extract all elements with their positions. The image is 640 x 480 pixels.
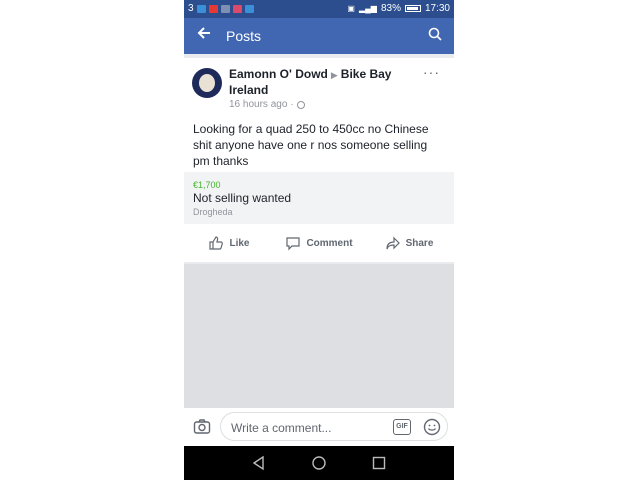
comment-button[interactable]: Comment — [274, 230, 364, 256]
share-icon — [385, 236, 400, 250]
clock: 17:30 — [424, 3, 450, 14]
youtube-icon — [208, 4, 218, 13]
back-triangle-icon[interactable] — [251, 455, 267, 471]
comment-icon — [286, 237, 301, 251]
gallery-icon — [220, 4, 230, 13]
phone-screen: 3 ▣ ▂▄▆ 83% 17:30 Posts Eamonn O' Dowd ▶ B… — [184, 0, 454, 480]
status-left: 3 — [188, 3, 254, 14]
post-actions: Like Comment Share — [184, 230, 454, 256]
comment-bar: GIF — [184, 408, 454, 446]
globe-icon — [296, 100, 305, 109]
comment-input[interactable] — [229, 418, 383, 438]
notification-count: 3 — [188, 3, 194, 14]
messenger-icon — [196, 4, 206, 13]
thumbs-up-icon — [209, 236, 224, 250]
system-nav-bar — [184, 446, 454, 480]
sale-price: €1,700 — [193, 180, 221, 190]
sale-details[interactable]: €1,700 Not selling wanted Drogheda — [184, 172, 454, 224]
battery-icon — [404, 5, 421, 12]
page-title: Posts — [226, 28, 262, 44]
like-label: Like — [229, 237, 250, 249]
status-right: ▣ ▂▄▆ 83% 17:30 — [347, 3, 450, 14]
share-button[interactable]: Share — [364, 230, 454, 256]
avatar[interactable] — [192, 68, 222, 98]
post-time[interactable]: 16 hours ago — [229, 99, 287, 110]
sale-location: Drogheda — [193, 207, 233, 217]
post-body: Looking for a quad 250 to 450cc no Chine… — [193, 122, 429, 168]
comment-box: GIF — [220, 412, 448, 441]
post-header: Eamonn O' Dowd ▶ Bike Bay Ireland — [229, 67, 409, 98]
nfc-icon: ▣ — [347, 4, 355, 13]
meta-separator: · — [290, 99, 294, 110]
battery-percent: 83% — [380, 3, 401, 14]
camera-icon[interactable] — [193, 418, 211, 436]
chat-app-icon — [244, 4, 254, 13]
top-nav-bar: Posts — [184, 18, 454, 54]
post-card: Eamonn O' Dowd ▶ Bike Bay Ireland ··· 16 h… — [184, 58, 454, 262]
home-circle-icon[interactable] — [311, 455, 327, 471]
emoji-icon[interactable] — [423, 418, 441, 436]
search-icon[interactable] — [428, 27, 442, 43]
share-label: Share — [405, 237, 434, 249]
recents-square-icon[interactable] — [371, 455, 387, 471]
arrow-left-icon[interactable] — [196, 25, 212, 45]
empty-comments-area — [184, 264, 454, 408]
like-button[interactable]: Like — [184, 230, 274, 256]
comment-label: Comment — [306, 237, 353, 249]
signal-icon: ▂▄▆ — [358, 4, 377, 13]
heart-app-icon — [232, 4, 242, 13]
sale-item-title: Not selling wanted — [193, 191, 292, 205]
group-arrow-icon: ▶ — [330, 70, 338, 80]
post-meta: 16 hours ago · — [229, 99, 305, 110]
gif-icon[interactable]: GIF — [393, 419, 411, 435]
author-name[interactable]: Eamonn O' Dowd — [229, 67, 328, 81]
status-bar: 3 ▣ ▂▄▆ 83% 17:30 — [184, 0, 454, 18]
more-options-icon[interactable]: ··· — [423, 64, 440, 80]
